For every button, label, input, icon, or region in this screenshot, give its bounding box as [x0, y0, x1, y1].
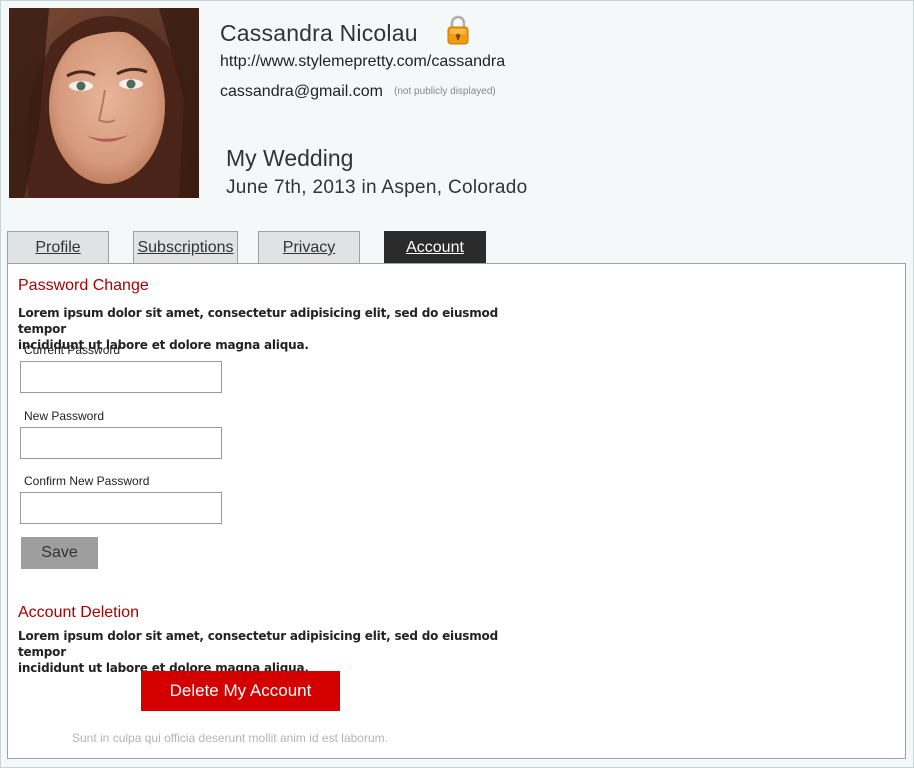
current-password-label: Current Password: [24, 343, 121, 357]
new-password-input[interactable]: [20, 427, 222, 459]
confirm-password-label: Confirm New Password: [24, 474, 150, 488]
tab-privacy[interactable]: Privacy: [258, 231, 360, 264]
account-deletion-description: Lorem ipsum dolor sit amet, consectetur …: [18, 628, 498, 676]
account-deletion-title: Account Deletion: [18, 604, 139, 621]
tab-subscriptions[interactable]: Subscriptions: [133, 231, 238, 264]
current-password-input[interactable]: [20, 361, 222, 393]
tab-account[interactable]: Account: [384, 231, 486, 264]
new-password-label: New Password: [24, 409, 105, 423]
confirm-password-input[interactable]: [20, 492, 222, 524]
save-button[interactable]: Save: [21, 537, 98, 569]
tab-profile[interactable]: Profile: [7, 231, 109, 264]
profile-url[interactable]: http://www.stylemepretty.com/cassandra: [220, 53, 505, 71]
lock-icon[interactable]: [446, 14, 470, 46]
avatar: [9, 8, 199, 198]
password-change-title: Password Change: [18, 277, 149, 294]
delete-account-button[interactable]: Delete My Account: [141, 671, 340, 711]
profile-name: Cassandra Nicolau: [220, 20, 418, 46]
profile-email: cassandra@gmail.com: [220, 83, 383, 100]
footnote: Sunt in culpa qui officia deserunt molli…: [72, 731, 388, 745]
email-privacy-note: (not publicly displayed): [394, 86, 496, 97]
description-line: Lorem ipsum dolor sit amet, consectetur …: [18, 306, 498, 336]
wedding-details: June 7th, 2013 in Aspen, Colorado: [226, 177, 528, 198]
description-line: Lorem ipsum dolor sit amet, consectetur …: [18, 629, 498, 659]
wedding-title: My Wedding: [226, 145, 354, 171]
